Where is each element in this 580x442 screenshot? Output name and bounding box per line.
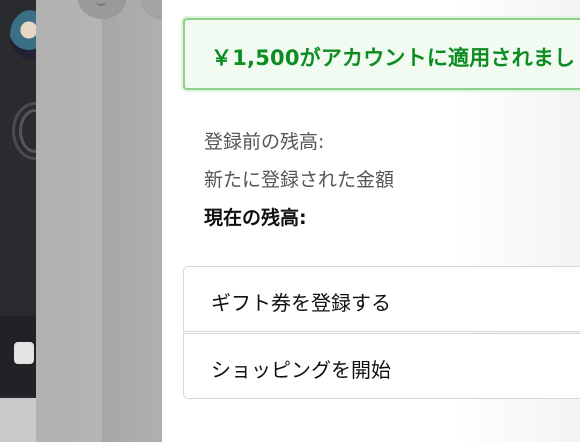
redeem-gift-card-button[interactable]: ギフト券を登録する <box>183 266 580 332</box>
bottom-strip <box>0 398 36 442</box>
image-icon[interactable] <box>14 342 34 364</box>
start-shopping-label: ショッピングを開始 <box>211 358 391 382</box>
curve-icon <box>96 0 106 6</box>
success-banner: ￥1,500がアカウントに適用されまし <box>183 18 580 90</box>
gift-card-result-panel: ￥1,500がアカウントに適用されまし 登録前の残高: 新たに登録された金額 現… <box>162 0 580 442</box>
current-balance-label: 現在の残高: <box>204 207 307 229</box>
start-shopping-button[interactable]: ショッピングを開始 <box>183 333 580 399</box>
success-message: ￥1,500がアカウントに適用されまし <box>211 46 576 70</box>
top-left-button[interactable] <box>78 0 126 18</box>
side-overlay-panel <box>36 0 188 442</box>
balance-added-label: 新たに登録された金額 <box>204 169 395 191</box>
redeem-gift-card-label: ギフト券を登録する <box>211 291 391 315</box>
balance-before-label: 登録前の残高: <box>204 131 325 153</box>
